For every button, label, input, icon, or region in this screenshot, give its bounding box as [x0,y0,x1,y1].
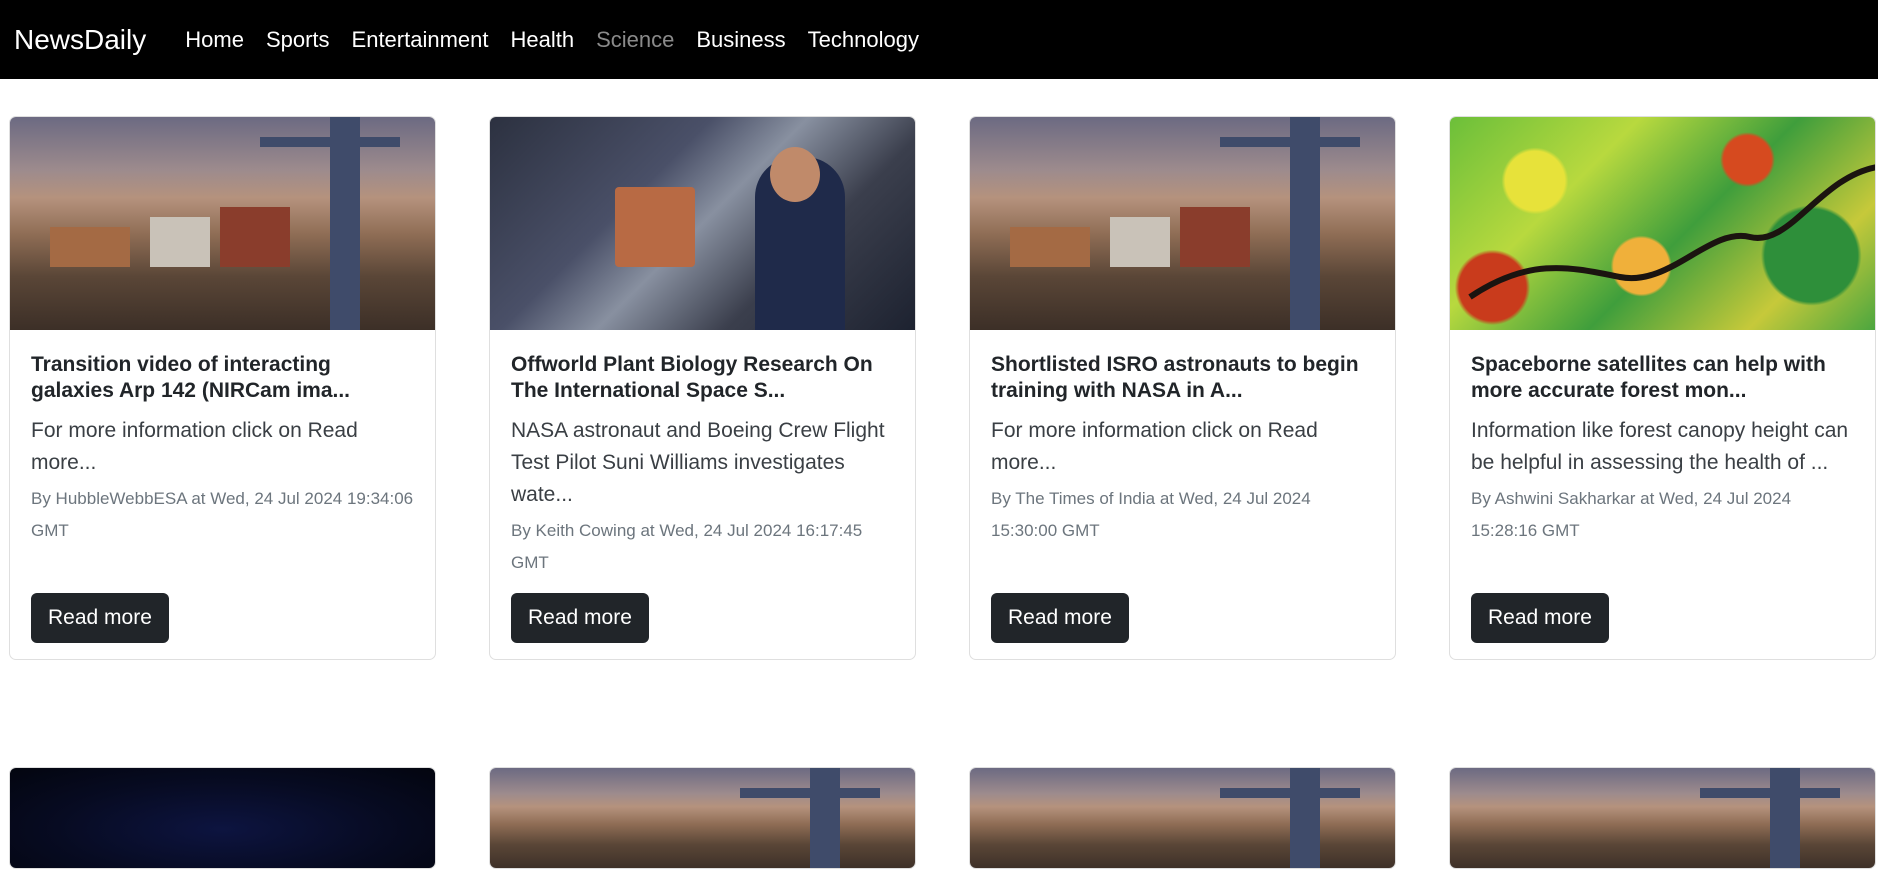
top-navbar: NewsDaily Home Sports Entertainment Heal… [0,0,1878,79]
container-port-image [490,768,915,868]
article-description: Information like forest canopy height ca… [1471,419,1849,474]
article-description: NASA astronaut and Boeing Crew Flight Te… [511,419,885,506]
news-card [1449,767,1876,869]
news-card: Transition video of interacting galaxies… [9,116,436,660]
dark-space-image [10,768,435,868]
nav-link-home[interactable]: Home [185,27,244,53]
article-description: For more information click on Read more.… [31,419,358,474]
container-port-image [970,768,1395,868]
article-title[interactable]: Spaceborne satellites can help with more… [1471,352,1854,404]
nav-link-sports[interactable]: Sports [266,27,330,53]
nav-link-health[interactable]: Health [511,27,575,53]
article-meta: By The Times of India at Wed, 24 Jul 202… [991,489,1311,540]
news-card: Spaceborne satellites can help with more… [1449,116,1876,660]
news-card [489,767,916,869]
read-more-button[interactable]: Read more [511,593,649,643]
article-meta: By Ashwini Sakharkar at Wed, 24 Jul 2024… [1471,489,1792,540]
read-more-button[interactable]: Read more [31,593,169,643]
container-port-image [970,117,1395,330]
container-port-image [1450,768,1875,868]
article-description: For more information click on Read more.… [991,419,1318,474]
brand-logo[interactable]: NewsDaily [14,24,146,56]
article-title[interactable]: Shortlisted ISRO astronauts to begin tra… [991,352,1374,404]
news-card: Offworld Plant Biology Research On The I… [489,116,916,660]
space-station-image [490,117,915,330]
nav-link-entertainment[interactable]: Entertainment [352,27,489,53]
news-card: Shortlisted ISRO astronauts to begin tra… [969,116,1396,660]
news-card [969,767,1396,869]
news-card [9,767,436,869]
article-title[interactable]: Transition video of interacting galaxies… [31,352,414,404]
nav-link-technology[interactable]: Technology [808,27,919,53]
container-port-image [10,117,435,330]
read-more-button[interactable]: Read more [1471,593,1609,643]
article-meta: By HubbleWebbESA at Wed, 24 Jul 2024 19:… [31,489,414,540]
forest-map-image [1450,117,1875,330]
article-title[interactable]: Offworld Plant Biology Research On The I… [511,352,894,404]
read-more-button[interactable]: Read more [991,593,1129,643]
article-meta: By Keith Cowing at Wed, 24 Jul 2024 16:1… [511,521,863,572]
nav-link-business[interactable]: Business [696,27,785,53]
nav-link-science[interactable]: Science [596,27,674,53]
